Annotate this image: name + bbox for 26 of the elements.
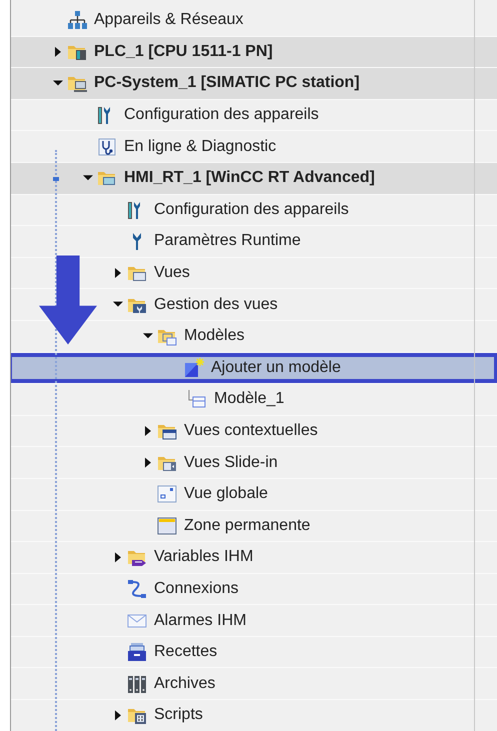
template-icon	[187, 389, 207, 410]
tree-item[interactable]: Recettes	[11, 636, 497, 668]
binder-icon	[127, 674, 147, 694]
tree-item[interactable]: Variables IHM	[11, 542, 497, 574]
tree-item[interactable]: Modèle_1	[11, 384, 497, 416]
tree-item[interactable]: Alarmes IHM	[11, 605, 497, 637]
tree-item[interactable]: Ajouter un modèle	[11, 352, 497, 384]
drawer-icon	[127, 642, 147, 662]
tree-item[interactable]: Vues contextuelles	[11, 416, 497, 448]
network-icon	[67, 10, 87, 30]
tree-item[interactable]: Configuration des appareils	[11, 194, 497, 226]
tree-item[interactable]: HMI_RT_1 [WinCC RT Advanced]	[11, 162, 497, 195]
tree-item[interactable]: Vues Slide-in	[11, 447, 497, 479]
tree-item[interactable]: Configuration des appareils	[11, 100, 497, 132]
tree-item[interactable]: Connexions	[11, 574, 497, 606]
tree-item[interactable]: Vue globale	[11, 478, 497, 510]
tree-item[interactable]: Scripts	[11, 700, 497, 731]
tree-item[interactable]: PC-System_1 [SIMATIC PC station]	[11, 68, 497, 100]
window-icon	[157, 484, 177, 504]
stethoscope-icon	[97, 136, 117, 157]
connection-icon	[127, 578, 147, 599]
tree-item[interactable]: PLC_1 [CPU 1511-1 PN]	[11, 36, 497, 68]
template-icon	[184, 358, 204, 378]
tree-item[interactable]: Archives	[11, 668, 497, 700]
tree-item[interactable]: Zone permanente	[11, 510, 497, 542]
window-icon	[157, 516, 177, 536]
